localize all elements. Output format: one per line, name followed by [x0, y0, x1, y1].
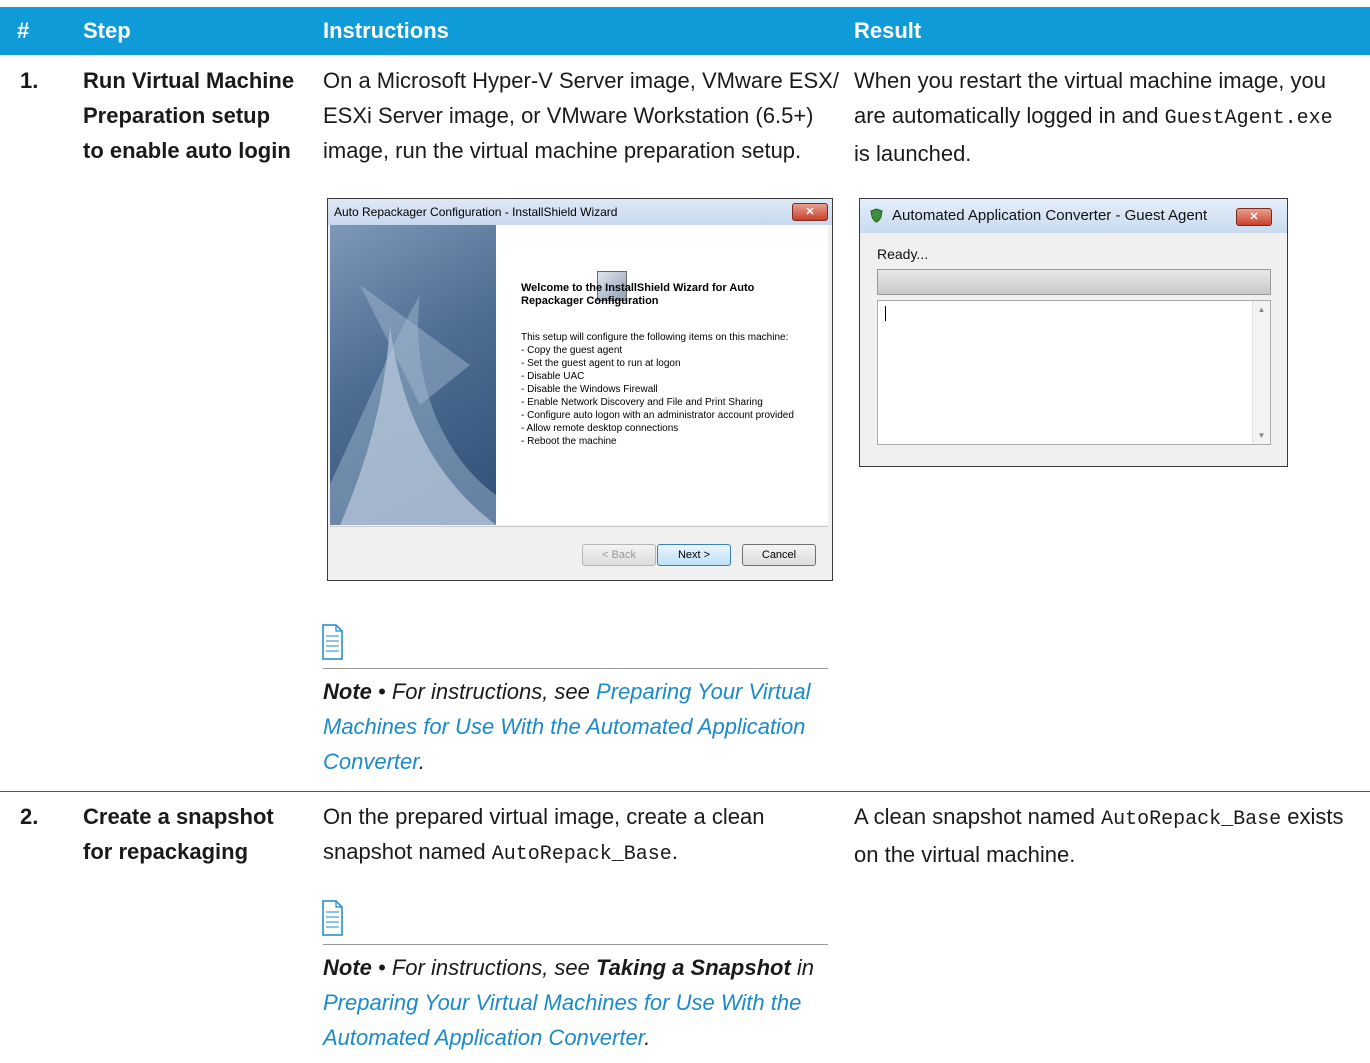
code-snapshot-name: AutoRepack_Base [491, 843, 672, 866]
header-result: Result [854, 18, 922, 43]
code-snapshot-name: AutoRepack_Base [1101, 808, 1282, 831]
result-line: are automatically logged in and GuestAge… [854, 98, 1364, 136]
back-button[interactable]: < Back [582, 544, 656, 566]
note-divider [323, 944, 828, 945]
note-link[interactable]: Machines for Use With the Automated Appl… [323, 714, 805, 739]
installshield-wizard-window: Auto Repackager Configuration - InstallS… [327, 198, 833, 581]
scroll-up-icon[interactable]: ▲ [1253, 305, 1270, 314]
instructions-period: . [671, 839, 678, 864]
step-line: for repackaging [83, 839, 249, 864]
note-period: . [644, 1025, 651, 1050]
wizard-description: This setup will configure the following … [521, 332, 794, 447]
text-caret [885, 306, 886, 321]
note-text: in [790, 955, 815, 980]
row-number: 1. [20, 68, 39, 93]
cancel-button[interactable]: Cancel [742, 544, 816, 566]
note-icon [322, 900, 343, 936]
note: Note • For instructions, see Preparing Y… [323, 674, 828, 779]
header-instructions: Instructions [323, 18, 449, 43]
note-label: Note [323, 679, 372, 704]
note-text: For instructions, see [391, 955, 597, 980]
close-icon[interactable]: ✕ [792, 203, 828, 221]
log-textarea[interactable]: ▲ ▼ [877, 300, 1271, 445]
step-title: Create a snapshot for repackaging [83, 799, 308, 869]
note-line: Machines for Use With the Automated Appl… [323, 709, 828, 744]
note-separator: • [371, 955, 392, 980]
result-line: A clean snapshot named AutoRepack_Base e… [854, 799, 1364, 837]
result-line: is launched. [854, 141, 972, 166]
note-link[interactable]: Converter [323, 749, 419, 774]
note-divider [323, 668, 828, 669]
progress-bar [877, 269, 1271, 295]
instructions-line: image, run the virtual machine preparati… [323, 138, 802, 163]
scroll-down-icon[interactable]: ▼ [1253, 431, 1270, 440]
code-guestagent: GuestAgent.exe [1164, 107, 1333, 130]
scrollbar[interactable]: ▲ ▼ [1252, 301, 1270, 444]
instructions-line: snapshot named AutoRepack_Base. [323, 834, 843, 872]
result-text-part: A clean snapshot named [854, 804, 1102, 829]
wizard-title: Auto Repackager Configuration - InstallS… [334, 205, 618, 219]
instructions-line: ESXi Server image, or VMware Workstation… [323, 103, 814, 128]
note-separator: • [371, 679, 392, 704]
note-label: Note [323, 955, 372, 980]
next-button[interactable]: Next > [657, 544, 731, 566]
result-text-part: are automatically logged in and [854, 103, 1165, 128]
note-link[interactable]: Preparing Your Virtual [596, 679, 810, 704]
note-text: For instructions, see [391, 679, 597, 704]
status-label: Ready... [877, 246, 929, 262]
step-line: to enable auto login [83, 138, 291, 163]
note-line: Note • For instructions, see Taking a Sn… [323, 950, 828, 985]
close-icon[interactable]: ✕ [1236, 208, 1272, 226]
wizard-footer: < Back Next > Cancel [330, 526, 828, 580]
header-number: # [17, 18, 30, 43]
result-text: A clean snapshot named AutoRepack_Base e… [854, 799, 1364, 872]
instructions-text-part: snapshot named [323, 839, 492, 864]
row-divider [0, 791, 1370, 792]
note-bold-topic: Taking a Snapshot [596, 955, 791, 980]
note-icon [322, 624, 343, 660]
instructions-line: On a Microsoft Hyper-V Server image, VMw… [323, 68, 839, 93]
note-line: Converter. [323, 744, 828, 779]
step-line: Preparation setup [83, 103, 271, 128]
wizard-content: Welcome to the InstallShield Wizard for … [496, 225, 828, 525]
table-header: # Step Instructions Result [0, 7, 1370, 55]
step-line: Run Virtual Machine [83, 68, 295, 93]
guest-agent-title: Automated Application Converter - Guest … [892, 207, 1208, 224]
guest-agent-window: Automated Application Converter - Guest … [859, 198, 1288, 467]
result-line: on the virtual machine. [854, 842, 1076, 867]
result-text-part: exists [1281, 804, 1344, 829]
sail-graphic-icon [330, 285, 496, 525]
note-line: Automated Application Converter. [323, 1020, 828, 1055]
step-title: Run Virtual Machine Preparation setup to… [83, 63, 308, 168]
note: Note • For instructions, see Taking a Sn… [323, 950, 828, 1055]
note-line: Note • For instructions, see Preparing Y… [323, 674, 828, 709]
instructions-line: On the prepared virtual image, create a … [323, 804, 765, 829]
shield-icon [870, 208, 883, 223]
result-text: When you restart the virtual machine ima… [854, 63, 1364, 171]
guest-agent-titlebar: Automated Application Converter - Guest … [860, 199, 1287, 233]
note-line: Preparing Your Virtual Machines for Use … [323, 985, 828, 1020]
header-step: Step [83, 18, 131, 43]
note-link[interactable]: Automated Application Converter [323, 1025, 644, 1050]
note-link[interactable]: Preparing Your Virtual Machines for Use … [323, 990, 801, 1015]
wizard-side-banner [330, 225, 496, 525]
wizard-titlebar: Auto Repackager Configuration - InstallS… [328, 199, 832, 225]
instructions-text: On the prepared virtual image, create a … [323, 799, 843, 872]
step-line: Create a snapshot [83, 804, 274, 829]
row-number: 2. [20, 804, 39, 829]
instructions-text: On a Microsoft Hyper-V Server image, VMw… [323, 63, 843, 168]
note-period: . [418, 749, 425, 774]
wizard-heading: Welcome to the InstallShield Wizard for … [521, 282, 755, 307]
result-line: When you restart the virtual machine ima… [854, 68, 1327, 93]
